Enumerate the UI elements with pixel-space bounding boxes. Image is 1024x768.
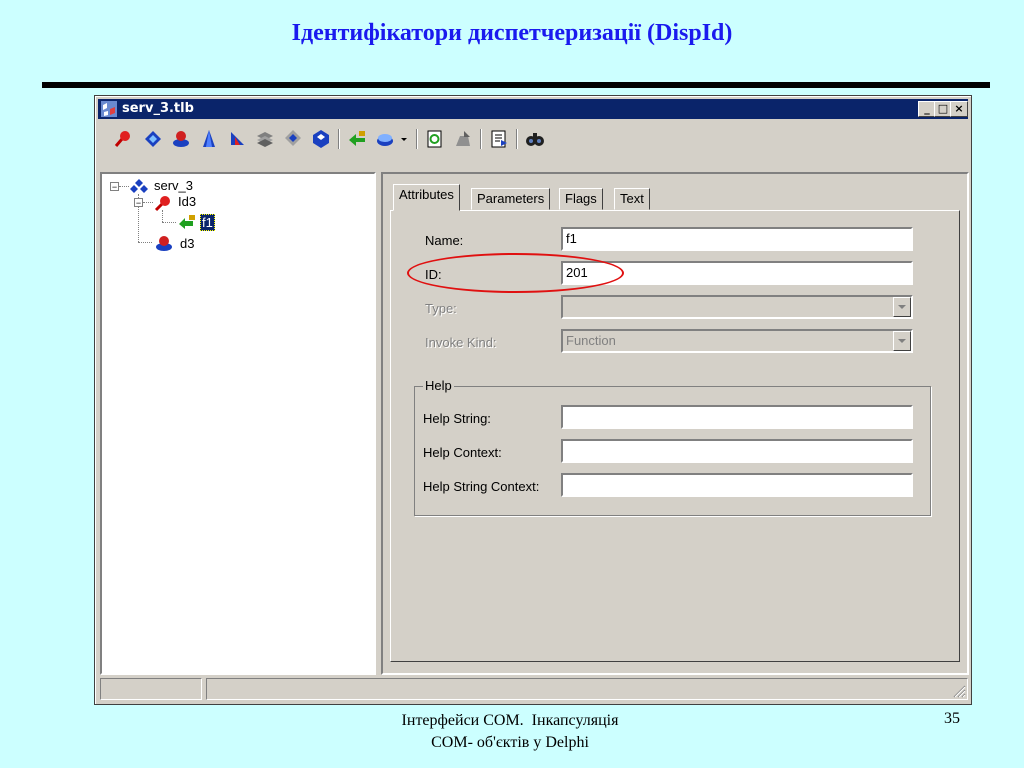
name-field[interactable]: f1: [561, 227, 913, 251]
properties-panel: Attributes Parameters Flags Text Name: f…: [381, 172, 969, 675]
page-number: 35: [944, 710, 960, 727]
invoke-kind-select[interactable]: Function: [561, 329, 913, 353]
help-string-context-label: Help String Context:: [423, 479, 540, 494]
dropdown-arrow-icon[interactable]: [398, 128, 410, 150]
type-select[interactable]: [561, 295, 913, 319]
chevron-down-icon[interactable]: [893, 297, 911, 317]
tree-item-serv-3[interactable]: serv_3: [154, 178, 193, 193]
tab-attributes[interactable]: Attributes: [393, 184, 460, 211]
collapse-toggle[interactable]: −: [134, 198, 143, 208]
resize-grip-icon[interactable]: [952, 684, 966, 698]
tree-line: [143, 202, 153, 203]
type-label: Type:: [425, 301, 457, 316]
new-dispinterface-icon[interactable]: [142, 128, 164, 150]
name-label: Name:: [425, 233, 464, 248]
refresh-icon[interactable]: [424, 128, 446, 150]
invoke-kind-label: Invoke Kind:: [425, 335, 497, 350]
help-context-field[interactable]: [561, 439, 913, 463]
export-icon[interactable]: [488, 128, 510, 150]
footer-line-1: Інтерфейси COM. Інкапсуляція: [401, 712, 619, 729]
method-icon: [179, 215, 195, 229]
new-property-icon[interactable]: [374, 128, 396, 150]
toolbar-separator: [516, 129, 518, 149]
new-union-icon[interactable]: [282, 128, 304, 150]
status-bar: [98, 678, 968, 700]
tree-item-d3[interactable]: d3: [180, 236, 194, 251]
slide-footer: Інтерфейси COM. Інкапсуляція COM- об'єкт…: [300, 710, 720, 754]
help-groupbox: Help Help String: Help Context: Help Str…: [414, 378, 931, 516]
help-string-field[interactable]: [561, 405, 913, 429]
tab-text[interactable]: Text: [614, 188, 650, 210]
type-library-icon: [101, 101, 117, 117]
tree-item-id3[interactable]: Id3: [178, 194, 196, 209]
tree-line: [162, 210, 163, 222]
collapse-toggle[interactable]: −: [110, 182, 119, 192]
help-string-context-field[interactable]: [561, 473, 913, 497]
tree-item-f1[interactable]: f1: [200, 214, 215, 231]
toolbar: [98, 124, 968, 154]
tree-line: [162, 222, 176, 223]
invoke-kind-value: Function: [566, 333, 616, 348]
new-enum-icon[interactable]: [198, 128, 220, 150]
toolbar-separator: [480, 129, 482, 149]
new-method-icon[interactable]: [346, 128, 368, 150]
interface-icon: [154, 196, 170, 212]
new-record-icon[interactable]: [254, 128, 276, 150]
new-coclass-icon[interactable]: [170, 128, 192, 150]
tab-parameters[interactable]: Parameters: [471, 188, 551, 210]
register-icon[interactable]: [452, 128, 474, 150]
dispinterface-icon: [156, 236, 172, 251]
title-rule: [42, 82, 990, 88]
help-context-label: Help Context:: [423, 445, 502, 460]
help-string-label: Help String:: [423, 411, 491, 426]
new-alias-icon[interactable]: [226, 128, 248, 150]
find-icon[interactable]: [524, 128, 546, 150]
tree-line: [119, 186, 129, 187]
new-interface-icon[interactable]: [112, 128, 134, 150]
close-button[interactable]: ×: [950, 101, 968, 117]
footer-line-2: COM- об'єктів у Delphi: [431, 734, 589, 751]
window-title: serv_3.tlb: [122, 101, 194, 116]
status-panel-left: [100, 678, 202, 700]
tree-line: [138, 242, 152, 243]
tab-flags[interactable]: Flags: [559, 188, 603, 210]
type-library-window: serv_3.tlb _ □ × − serv_3 − Id3 f1 d3 At…: [94, 95, 972, 705]
toolbar-separator: [338, 129, 340, 149]
object-tree[interactable]: − serv_3 − Id3 f1 d3: [100, 172, 376, 675]
new-module-icon[interactable]: [310, 128, 332, 150]
type-library-icon: [130, 179, 148, 193]
status-panel-right: [206, 678, 968, 700]
slide-title: Ідентифікатори диспетчеризації (DispId): [291, 20, 733, 46]
chevron-down-icon[interactable]: [893, 331, 911, 351]
window-titlebar[interactable]: serv_3.tlb _ □ ×: [98, 99, 968, 119]
help-legend: Help: [423, 378, 454, 393]
id-highlight-ellipse: [407, 253, 624, 293]
toolbar-separator: [416, 129, 418, 149]
